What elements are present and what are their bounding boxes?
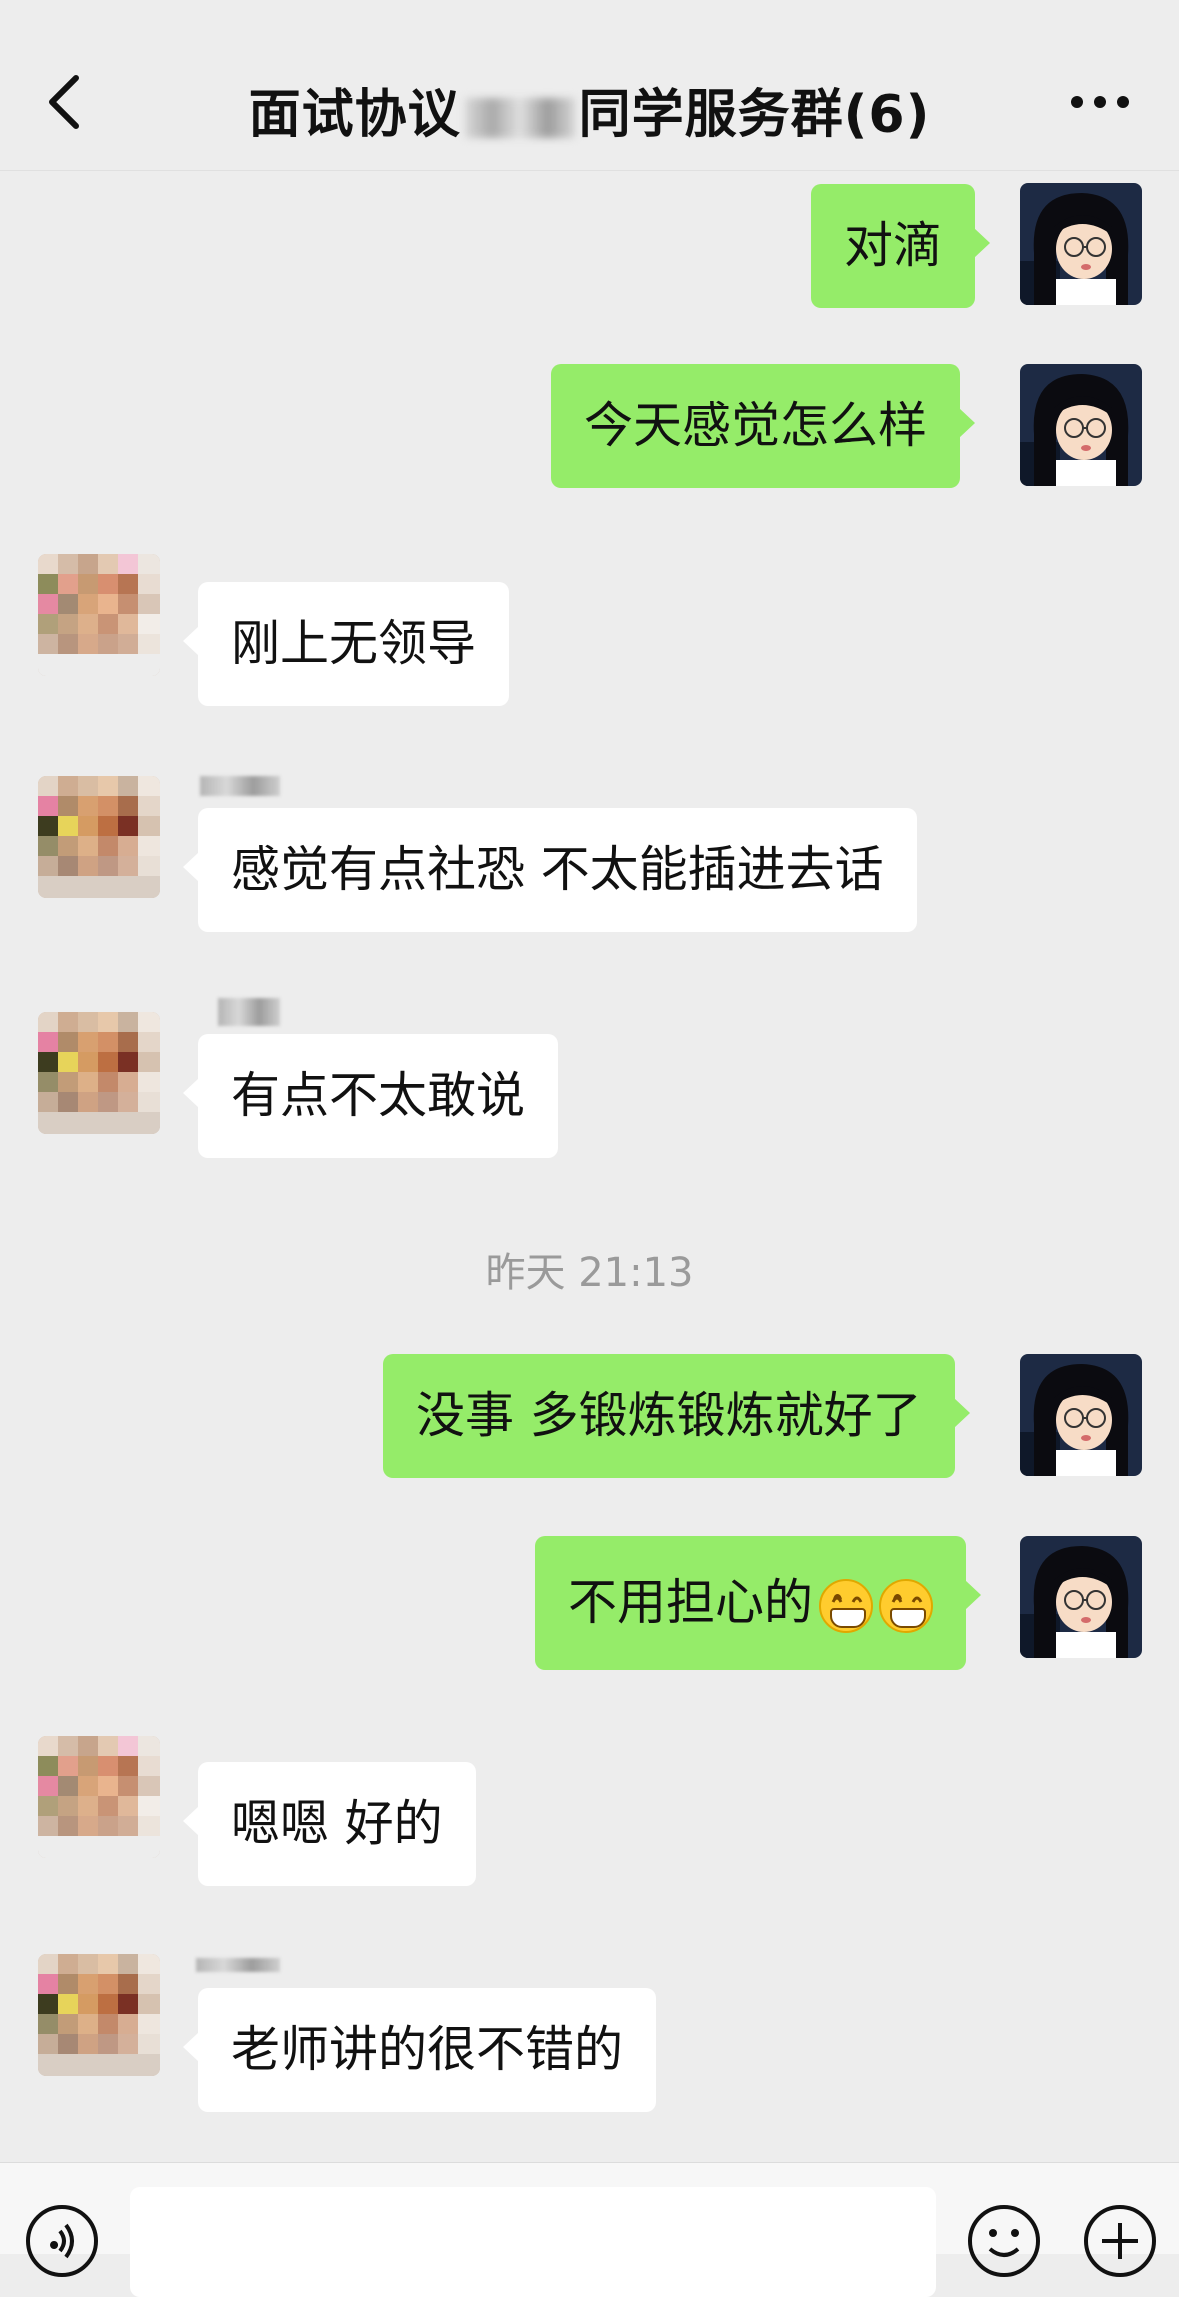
chat-title-end: 同学服务群(6) [578,85,931,145]
contact-avatar[interactable] [38,554,160,676]
voice-icon[interactable] [24,2203,100,2279]
message-bubble[interactable]: 感觉有点社恐 不太能插进去话 [183,808,917,932]
contact-avatar[interactable] [38,1954,160,2076]
chat-title: 面试协议 同学服务群(6) [0,72,1179,147]
message-bubble[interactable]: 老师讲的很不错的 [182,1988,657,2112]
contact-avatar[interactable] [38,1012,160,1134]
chat-title-start: 面试协议 [248,85,461,145]
message-bubble[interactable]: 有点不太敢说 [182,1034,559,1158]
plus-icon[interactable] [1082,2203,1158,2279]
message-bubble[interactable]: 嗯嗯 好的 [183,1762,476,1886]
chat-header: 面试协议 同学服务群(6) [0,0,1179,171]
message-input[interactable] [130,2187,936,2297]
timestamp: 昨天 21:13 [485,1250,694,1296]
my-avatar[interactable] [1020,1536,1142,1658]
message-text: 感觉有点社恐 不太能插进去话 [231,841,884,898]
sender-nickname-redacted [200,776,280,796]
message-bubble[interactable]: 对滴 [811,184,991,308]
contact-avatar[interactable] [38,1736,160,1858]
more-dots-icon[interactable] [1069,82,1131,122]
grinning-face-emoji-icon [879,1578,934,1633]
message-text: 有点不太敢说 [231,1067,526,1124]
message-text: 今天感觉怎么样 [584,397,928,454]
message-bubble[interactable]: 没事 多锻炼锻炼就好了 [383,1354,970,1478]
sender-nickname-redacted [218,998,280,1026]
message-bubble[interactable]: 今天感觉怎么样 [551,364,976,488]
message-text: 没事 多锻炼锻炼就好了 [416,1387,922,1444]
message-text: 刚上无领导 [231,615,477,672]
my-avatar[interactable] [1020,183,1142,305]
message-text: 对滴 [844,217,943,274]
emoji-icon[interactable] [966,2203,1042,2279]
redacted-name [464,98,575,138]
grinning-face-emoji-icon [819,1578,874,1633]
message-text: 嗯嗯 好的 [231,1795,443,1852]
my-avatar[interactable] [1020,1354,1142,1476]
message-bubble[interactable]: 不用担心的 [535,1536,982,1670]
contact-avatar[interactable] [38,776,160,898]
sender-nickname-redacted [196,1958,280,1972]
message-text: 不用担心的 [568,1574,814,1631]
message-text: 老师讲的很不错的 [231,2021,624,2078]
chat-input-bar [0,2162,1179,2297]
my-avatar[interactable] [1020,364,1142,486]
message-bubble[interactable]: 刚上无领导 [182,582,510,706]
